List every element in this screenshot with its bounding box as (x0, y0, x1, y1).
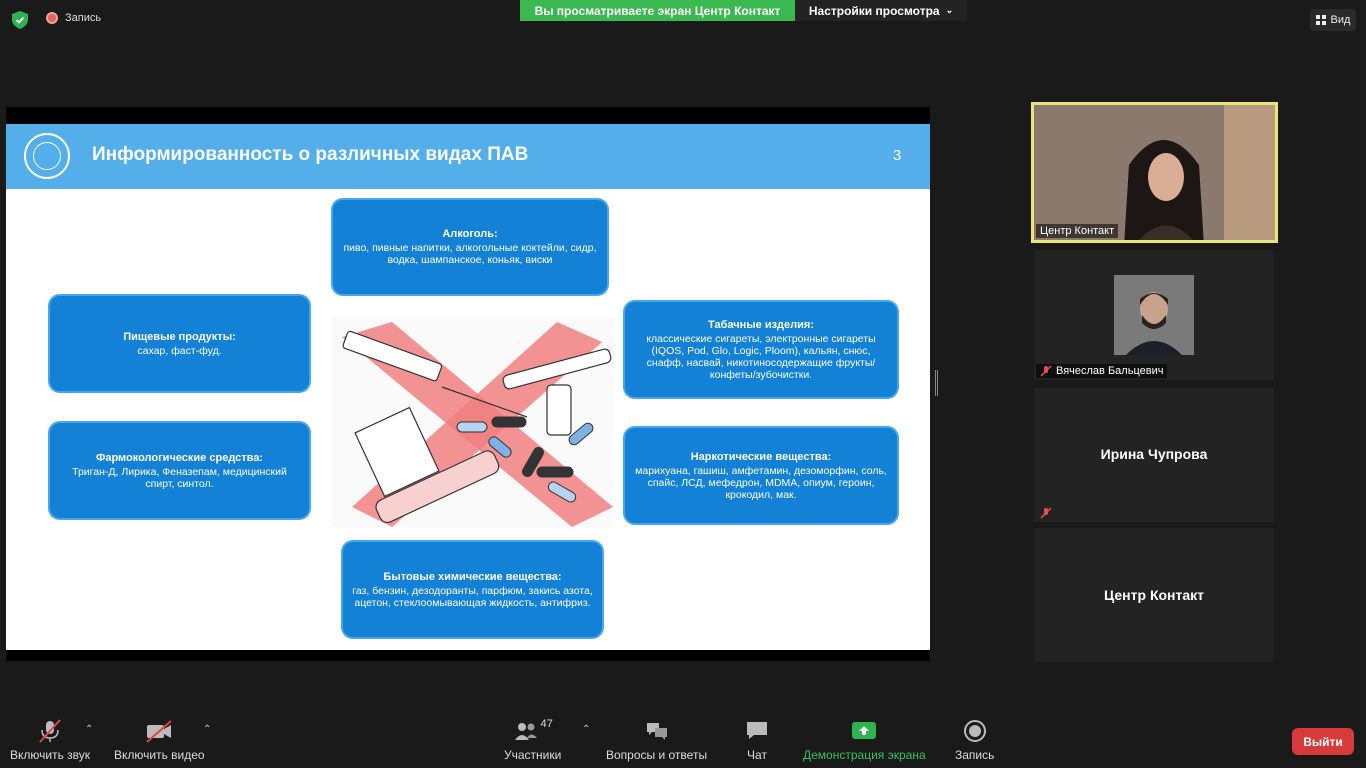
slide-header: Информированность о различных видах ПАВ … (6, 124, 930, 189)
box-title: Фармокологические средства: (95, 451, 264, 464)
participants-icon (514, 723, 537, 740)
share-screen-button[interactable]: Демонстрация экрана (803, 718, 926, 762)
box-narcotic: Наркотические вещества: марихуана, гашиш… (623, 426, 899, 525)
video-off-icon (146, 720, 172, 743)
organization-logo-icon (24, 133, 70, 179)
box-food: Пищевые продукты: сахар, фаст-фуд. (48, 294, 311, 393)
screen-share-banner: Вы просматриваете экран Центр Контакт (520, 0, 795, 21)
panel-resize-handle[interactable] (935, 370, 938, 396)
participant-tile[interactable]: Вячеслав Бальцевич (1034, 250, 1274, 380)
participant-video (1034, 105, 1275, 240)
participants-label: Участники (504, 748, 562, 762)
participant-name-label: Вячеслав Бальцевич (1036, 364, 1168, 378)
participant-photo (1114, 275, 1194, 355)
participant-tile-active-speaker[interactable]: Центр Контакт (1031, 102, 1278, 243)
share-screen-icon (852, 722, 877, 739)
chat-button[interactable]: Чат (744, 718, 770, 762)
chat-label: Чат (747, 748, 767, 762)
slide-page-number: 3 (893, 147, 902, 164)
unmute-button[interactable]: Включить звук (10, 718, 90, 762)
recording-indicator[interactable]: Запись (46, 12, 101, 24)
box-alcohol: Алкоголь: пиво, пивные напитки, алкоголь… (331, 198, 609, 296)
participants-options-chevron-icon[interactable]: ⌃ (582, 724, 590, 735)
participant-name: Центр Контакт (1104, 587, 1204, 603)
box-title: Табачные изделия: (708, 318, 814, 331)
box-household: Бытовые химические вещества: газ, бензин… (341, 540, 604, 639)
audio-options-chevron-icon[interactable]: ⌃ (85, 724, 93, 735)
leave-button[interactable]: Выйти (1292, 728, 1354, 755)
unmute-label: Включить звук (10, 748, 91, 762)
participant-status (1036, 506, 1056, 520)
recording-label: Запись (65, 12, 102, 24)
box-text: сахар, фаст-фуд. (137, 344, 222, 357)
view-settings-label: Настройки просмотра (808, 3, 940, 18)
grid-view-icon (1315, 15, 1326, 25)
box-text: марихуана, гашиш, амфетамин, дезоморфин,… (635, 464, 887, 501)
box-text: пиво, пивные напитки, алкогольные коктей… (343, 242, 597, 266)
record-icon (963, 720, 986, 742)
security-shield-icon[interactable] (12, 11, 28, 29)
drugs-crossed-illustration (332, 317, 613, 527)
record-button[interactable]: Запись (955, 718, 994, 762)
qa-label: Вопросы и ответы (606, 748, 708, 762)
participant-tile[interactable]: Ирина Чупрова (1034, 388, 1274, 522)
box-title: Алкоголь: (442, 228, 498, 240)
view-button[interactable]: Вид (1310, 9, 1356, 31)
record-label: Запись (955, 748, 995, 762)
qa-icon (646, 723, 667, 740)
view-label: Вид (1330, 14, 1351, 26)
start-video-button[interactable]: Включить видео (114, 718, 205, 762)
chevron-down-icon: ⌄ (945, 5, 954, 15)
share-screen-label: Демонстрация экрана (803, 748, 926, 762)
participant-name-label: Центр Контакт (1036, 224, 1119, 238)
presentation-slide: Информированность о различных видах ПАВ … (6, 124, 930, 650)
mic-muted-icon (1040, 507, 1052, 519)
chat-icon (747, 722, 767, 739)
video-options-chevron-icon[interactable]: ⌃ (203, 724, 211, 735)
participant-tile[interactable]: Центр Контакт (1034, 528, 1274, 662)
shared-screen[interactable]: Информированность о различных видах ПАВ … (6, 107, 930, 661)
start-video-label: Включить видео (114, 748, 205, 762)
participant-name: Вячеслав Бальцевич (1056, 365, 1164, 377)
box-title: Наркотические вещества: (690, 450, 832, 463)
mic-muted-icon (1040, 365, 1052, 377)
participants-count: 47 (540, 718, 553, 730)
record-dot-icon (46, 12, 58, 24)
qa-button[interactable]: Вопросы и ответы (606, 718, 707, 762)
box-tobacco: Табачные изделия: классические сигареты,… (623, 300, 899, 399)
box-text: Триган-Д, Лирика, Феназепам, медицинский… (72, 465, 287, 490)
participant-name: Ирина Чупрова (1100, 446, 1208, 462)
box-title: Бытовые химические вещества: (383, 570, 562, 583)
box-title: Пищевые продукты: (123, 330, 236, 343)
slide-title: Информированность о различных видах ПАВ (92, 144, 529, 165)
view-settings-dropdown[interactable]: Настройки просмотра ⌄ (795, 0, 967, 21)
box-text: газ, бензин, дезодоранты, парфюм, закись… (352, 584, 593, 609)
box-pharma: Фармокологические средства: Триган-Д, Ли… (48, 421, 311, 520)
participants-button[interactable]: 47 Участники (504, 718, 561, 762)
box-text: классические сигареты, электронные сигар… (646, 332, 876, 381)
mic-muted-icon (39, 719, 61, 743)
zoom-meeting-window: Запись Вы просматриваете экран Центр Кон… (0, 0, 1366, 768)
